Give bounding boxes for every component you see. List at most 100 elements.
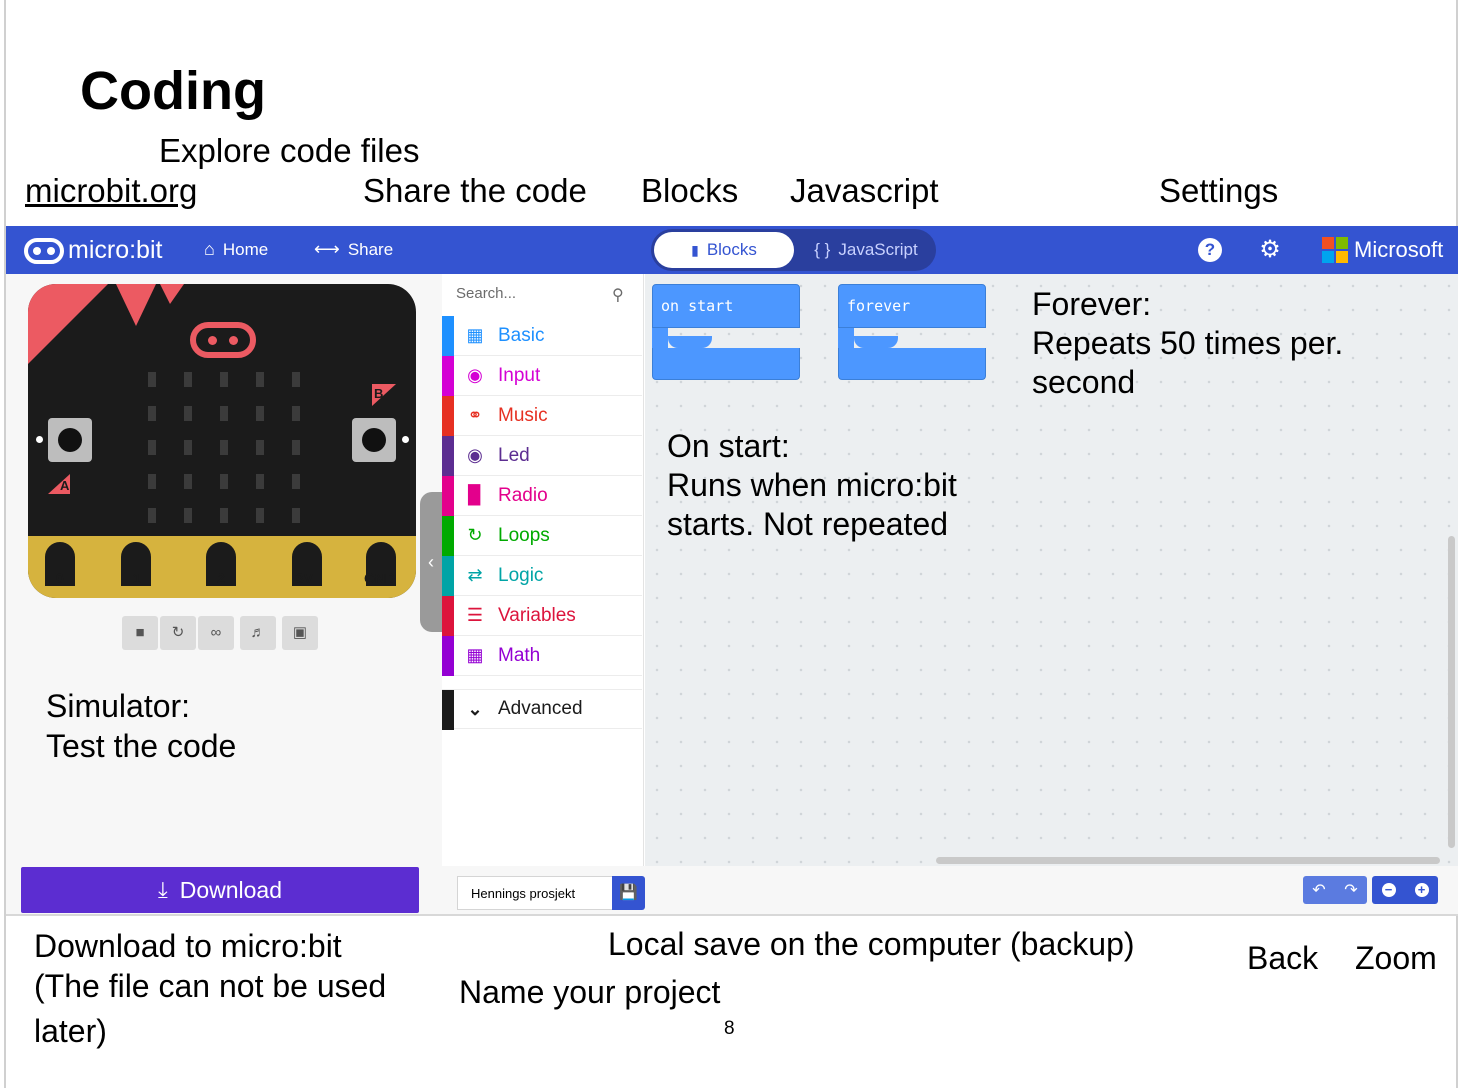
- led: [292, 508, 300, 523]
- share-icon: ⟷: [314, 239, 340, 259]
- pin-label: GND: [364, 570, 396, 586]
- category-color-bar: [442, 356, 454, 396]
- category-label: Loops: [498, 524, 550, 546]
- fullscreen-icon[interactable]: ▣: [282, 616, 318, 650]
- category-label: Input: [498, 364, 541, 386]
- calculator-icon: ▦: [466, 645, 484, 665]
- category-color-bar: [442, 636, 454, 676]
- explore-annotation: Explore code files: [159, 132, 420, 169]
- microsoft-logo[interactable]: Microsoft: [1322, 237, 1443, 263]
- download-annotation-2: (The file can not be used: [34, 968, 387, 1004]
- forever-block[interactable]: forever: [838, 284, 986, 380]
- slide-title: Coding: [80, 61, 266, 121]
- redo-icon[interactable]: ↷: [1344, 880, 1357, 900]
- blocks-annotation: Blocks: [641, 172, 739, 209]
- slowmo-icon[interactable]: ∞: [198, 616, 234, 650]
- tab-blocks[interactable]: ▮ Blocks: [654, 232, 794, 268]
- zoom-out-icon[interactable]: −: [1381, 883, 1396, 897]
- download-button[interactable]: ⤓ Download: [21, 867, 419, 913]
- zoom-in-icon[interactable]: +: [1414, 883, 1429, 897]
- board-notch-1: [116, 284, 156, 326]
- toolbox-category-advanced[interactable]: ⌄ Advanced: [442, 689, 642, 730]
- category-color-bar: [442, 690, 454, 730]
- on-start-block[interactable]: on start: [652, 284, 800, 380]
- on-start-block-label: on start: [652, 284, 800, 328]
- led: [184, 508, 192, 523]
- project-name-input[interactable]: Hennings prosjekt: [457, 876, 613, 910]
- download-icon: ⤓: [157, 877, 168, 902]
- headphones-icon: ⚭: [467, 405, 483, 425]
- led: [184, 372, 192, 387]
- sound-icon[interactable]: ♬: [240, 616, 276, 650]
- led: [292, 406, 300, 421]
- workspace-vertical-scrollbar[interactable]: [1448, 536, 1455, 848]
- led: [256, 440, 264, 455]
- workspace-horizontal-scrollbar[interactable]: [936, 857, 1440, 864]
- category-label: Music: [498, 404, 548, 426]
- download-annotation-3: later): [34, 1013, 107, 1049]
- button-a-label: A: [60, 478, 70, 493]
- led: [256, 406, 264, 421]
- category-label: Variables: [498, 604, 576, 626]
- name-project-annotation: Name your project: [459, 974, 721, 1010]
- led: [256, 372, 264, 387]
- block-side: [652, 328, 668, 348]
- toolbox-category-radio[interactable]: ▉ Radio: [442, 476, 642, 516]
- category-color-bar: [442, 396, 454, 436]
- category-color-bar: [442, 476, 454, 516]
- braces-icon: { }: [814, 240, 831, 259]
- help-icon[interactable]: ?: [1198, 238, 1222, 262]
- microbit-simulator[interactable]: A B 0 1 2 3V GND: [28, 284, 416, 598]
- board-dot-left: [36, 436, 43, 443]
- toolbox-category-input[interactable]: ◉ Input: [442, 356, 642, 396]
- undo-redo-group: ↶ ↷: [1303, 876, 1367, 904]
- toolbox-search-input[interactable]: Search...: [456, 285, 634, 302]
- button-a[interactable]: [48, 418, 92, 462]
- home-button[interactable]: ⌂ Home: [204, 239, 268, 260]
- category-color-bar: [442, 436, 454, 476]
- led: [292, 372, 300, 387]
- led: [292, 440, 300, 455]
- toolbox-category-led[interactable]: ◉ Led: [442, 436, 642, 476]
- simulator-annotation-2: Test the code: [46, 728, 237, 764]
- gear-icon[interactable]: ⚙: [1258, 238, 1282, 262]
- tab-javascript[interactable]: { } JavaScript: [801, 232, 931, 268]
- button-b-label: B: [374, 386, 384, 401]
- toolbox-category-math[interactable]: ▦ Math: [442, 636, 642, 676]
- led: [148, 406, 156, 421]
- restart-icon[interactable]: ↻: [160, 616, 196, 650]
- led: [220, 440, 228, 455]
- pin-label: 1: [133, 570, 141, 586]
- chevron-down-icon: ⌄: [467, 698, 483, 719]
- grid-icon: ▦: [466, 325, 484, 345]
- toolbox-category-variables[interactable]: ☰ Variables: [442, 596, 642, 636]
- microbit-face-logo: [190, 322, 256, 358]
- microbit-org-link[interactable]: microbit.org: [25, 172, 197, 210]
- save-icon[interactable]: 💾: [612, 876, 645, 910]
- led: [220, 474, 228, 489]
- toolbox-category-music[interactable]: ⚭ Music: [442, 396, 642, 436]
- stop-icon[interactable]: ■: [122, 616, 158, 650]
- search-icon[interactable]: ⚲: [612, 285, 624, 305]
- toolbox-category-loops[interactable]: ↻ Loops: [442, 516, 642, 556]
- led: [148, 508, 156, 523]
- microbit-logo[interactable]: micro:bit: [24, 236, 162, 265]
- button-b[interactable]: [352, 418, 396, 462]
- onstart-annotation-3: starts. Not repeated: [667, 506, 949, 542]
- onstart-annotation-2: Runs when micro:bit: [667, 467, 957, 503]
- collapse-simulator-icon[interactable]: ‹: [420, 492, 442, 632]
- category-label: Advanced: [498, 698, 583, 719]
- toolbox-category-logic[interactable]: ⇄ Logic: [442, 556, 642, 596]
- led: [148, 474, 156, 489]
- undo-icon[interactable]: ↶: [1312, 880, 1325, 900]
- category-color-bar: [442, 556, 454, 596]
- led: [256, 474, 264, 489]
- category-color-bar: [442, 596, 454, 636]
- toolbox-category-basic[interactable]: ▦ Basic: [442, 316, 642, 356]
- download-label: Download: [179, 876, 283, 903]
- block-side: [838, 328, 854, 348]
- target-icon: ◉: [467, 365, 483, 385]
- zoom-group: − +: [1372, 876, 1438, 904]
- share-button[interactable]: ⟷ Share: [314, 239, 393, 260]
- settings-annotation: Settings: [1159, 172, 1279, 209]
